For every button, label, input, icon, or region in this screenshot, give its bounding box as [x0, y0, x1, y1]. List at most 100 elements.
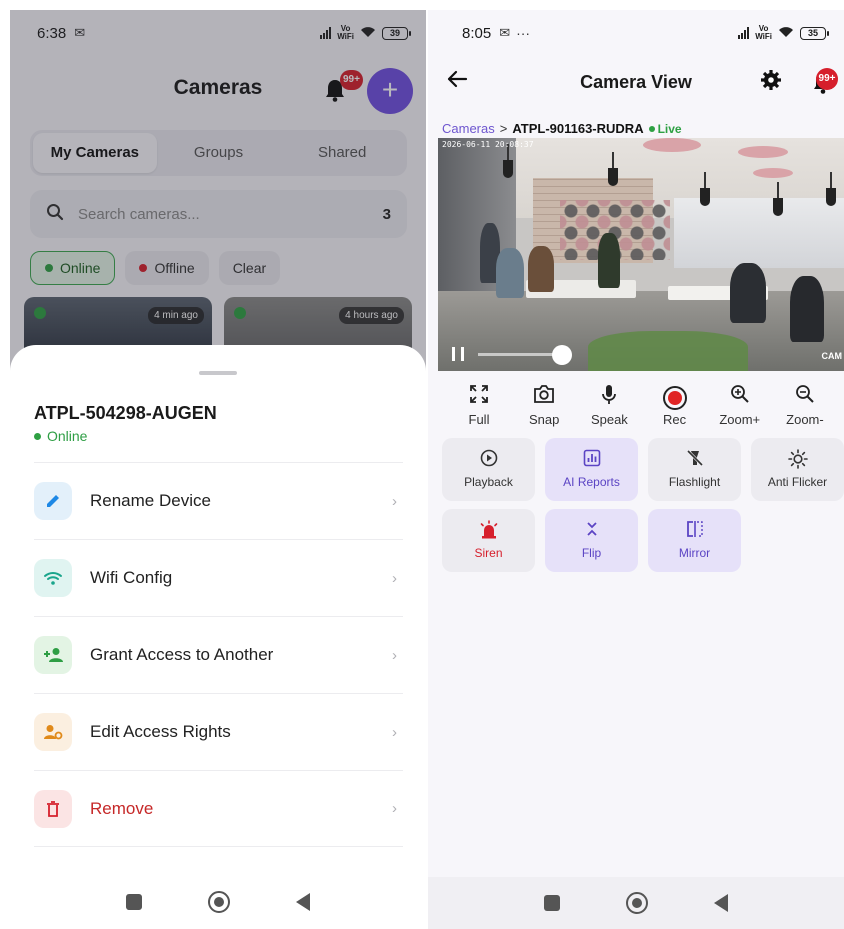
feature-label: Flip	[581, 546, 602, 560]
chevron-right-icon: ›	[392, 492, 397, 510]
battery-icon: 35	[800, 26, 829, 40]
menu-label: Wifi Config	[90, 568, 173, 587]
zoom-out-button[interactable]: Zoom-	[776, 384, 834, 427]
system-nav-bar	[10, 875, 426, 929]
flip-icon	[545, 520, 638, 542]
mail-icon: ✉	[499, 25, 511, 40]
device-actions-menu: Rename Device › Wifi Config › Grant Acce…	[34, 462, 403, 847]
sun-icon	[751, 449, 844, 471]
video-scrubber[interactable]	[478, 344, 572, 365]
video-lamp	[700, 172, 710, 206]
system-nav-bar	[428, 877, 844, 929]
grant-access-button[interactable]: Grant Access to Another ›	[34, 616, 403, 693]
right-phone-screen: 8:05 ✉ ··· Vo WiFi 35 Camera View 99+ Cam…	[428, 10, 844, 929]
menu-label: Edit Access Rights	[90, 722, 231, 741]
video-person	[730, 263, 766, 323]
camera-view-header: Camera View 99+	[428, 62, 844, 106]
remove-device-button[interactable]: Remove ›	[34, 770, 403, 847]
fullscreen-button[interactable]: Full	[450, 384, 508, 427]
wifi-status-icon	[778, 25, 794, 41]
wifi-config-button[interactable]: Wifi Config ›	[34, 539, 403, 616]
tool-label: Snap	[529, 412, 560, 427]
chevron-right-icon: ›	[392, 723, 397, 741]
back-button[interactable]	[296, 893, 310, 911]
tool-label: Zoom+	[719, 412, 761, 427]
recents-button[interactable]	[126, 894, 142, 910]
video-lamp	[826, 172, 836, 206]
record-icon	[662, 385, 687, 410]
video-lamp	[608, 152, 618, 186]
feature-label: Playback	[464, 475, 513, 489]
recents-button[interactable]	[544, 895, 560, 911]
siren-button[interactable]: Siren	[442, 509, 535, 572]
chevron-right-icon: ›	[392, 800, 397, 817]
tool-label: Zoom-	[786, 412, 824, 427]
video-person	[598, 233, 620, 288]
feature-label: AI Reports	[563, 475, 620, 489]
more-notifications-icon: ···	[516, 25, 531, 41]
playback-button[interactable]: Playback	[442, 438, 535, 501]
video-lamp	[773, 182, 783, 216]
chevron-right-icon: ›	[392, 569, 397, 587]
video-person	[790, 276, 824, 342]
playback-controls	[452, 344, 572, 365]
scrubber-handle[interactable]	[552, 344, 572, 365]
vowifi-icon: Vo WiFi	[755, 24, 772, 41]
flashlight-button[interactable]: Flashlight	[648, 438, 741, 501]
notifications-button[interactable]: 99+	[812, 68, 838, 100]
tool-label: Full	[468, 412, 490, 427]
flip-button[interactable]: Flip	[545, 509, 638, 572]
video-person	[496, 248, 524, 298]
zoom-out-icon	[776, 384, 834, 410]
trash-icon	[34, 789, 72, 828]
tool-label: Rec	[663, 412, 687, 427]
rename-device-button[interactable]: Rename Device ›	[34, 462, 403, 539]
status-bar: 8:05 ✉ ··· Vo WiFi 35	[428, 10, 844, 56]
notification-badge: 99+	[816, 68, 838, 90]
menu-label: Rename Device	[90, 491, 211, 510]
feature-label: Mirror	[678, 546, 711, 560]
video-ceiling-disc	[643, 138, 701, 152]
live-label: Live	[657, 121, 682, 136]
feature-label: Siren	[474, 546, 503, 560]
live-video-feed[interactable]: 2026-06-11 20:08:37 CAM	[438, 138, 844, 371]
pencil-icon	[34, 482, 72, 520]
signal-icon	[738, 27, 750, 39]
video-timestamp: 2026-06-11 20:08:37	[442, 140, 534, 149]
feature-label: Flashlight	[668, 475, 721, 489]
video-rug	[588, 331, 748, 371]
back-button[interactable]	[714, 894, 728, 912]
video-person	[528, 246, 554, 292]
breadcrumb-cameras-link[interactable]: Cameras	[442, 121, 495, 136]
live-badge: Live	[648, 121, 682, 136]
anti-flicker-button[interactable]: Anti Flicker	[751, 438, 844, 501]
edit-access-rights-button[interactable]: Edit Access Rights ›	[34, 693, 403, 770]
wifi-icon	[34, 559, 72, 597]
video-ceiling-disc	[753, 168, 793, 178]
flashlight-off-icon	[648, 449, 741, 471]
camera-icon	[515, 384, 573, 410]
mirror-icon	[648, 520, 741, 542]
breadcrumb-separator: >	[499, 121, 508, 136]
feature-label: Anti Flicker	[767, 475, 828, 489]
left-phone-screen: 6:38 ✉ Vo WiFi 39 Cameras 99+ + My Camera…	[10, 10, 426, 929]
menu-label: Remove	[90, 798, 154, 818]
record-button[interactable]: Rec	[646, 384, 704, 427]
home-button[interactable]	[208, 891, 230, 913]
home-button[interactable]	[626, 892, 648, 914]
video-lamp	[503, 144, 513, 178]
device-actions-sheet: ATPL-504298-AUGEN Online Rename Device ›…	[10, 345, 426, 929]
pause-icon[interactable]	[452, 347, 464, 361]
snapshot-button[interactable]: Snap	[515, 384, 573, 427]
person-add-icon	[34, 636, 72, 674]
gear-icon[interactable]	[760, 69, 782, 98]
sheet-drag-handle[interactable]	[199, 371, 237, 375]
speak-button[interactable]: Speak	[580, 384, 638, 427]
person-gear-icon	[34, 713, 72, 751]
mirror-button[interactable]: Mirror	[648, 509, 741, 572]
chart-icon	[545, 449, 638, 471]
zoom-in-button[interactable]: Zoom+	[711, 384, 769, 427]
camera-features-grid: Playback AI Reports Flashlight Anti Flic…	[442, 438, 844, 580]
ai-reports-button[interactable]: AI Reports	[545, 438, 638, 501]
microphone-icon	[580, 384, 638, 410]
